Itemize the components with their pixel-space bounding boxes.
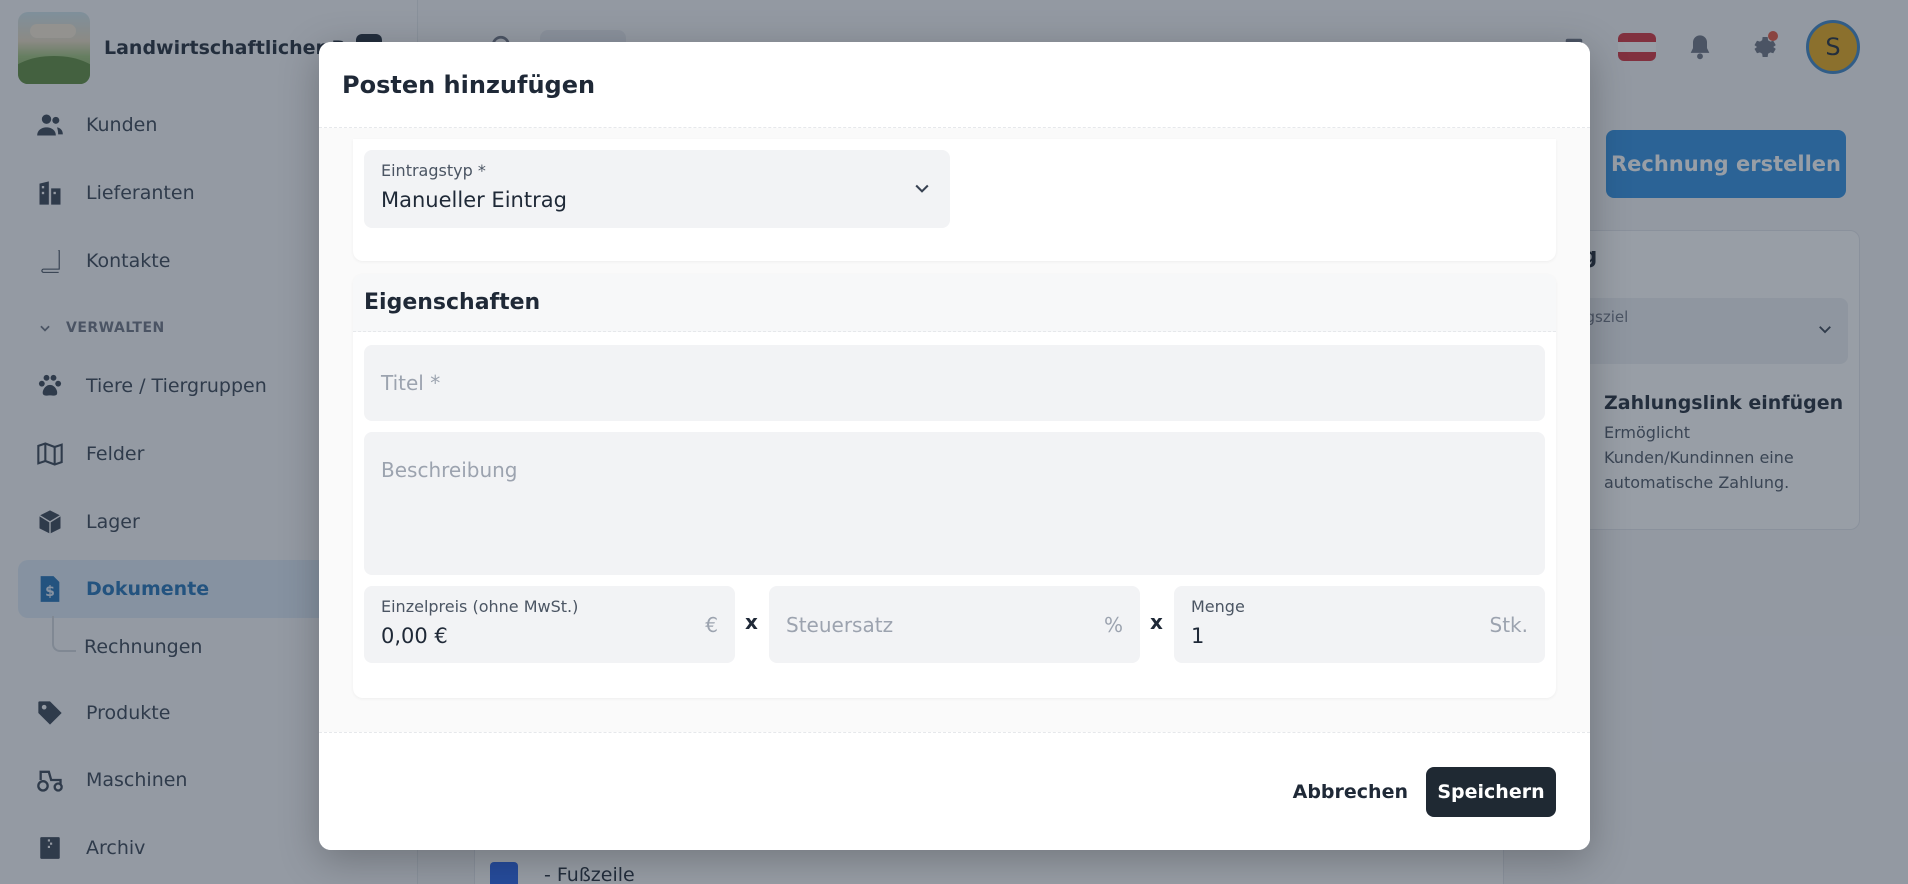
currency-suffix: €: [705, 613, 718, 637]
unit-price-input[interactable]: Einzelpreis (ohne MwSt.) 0,00 € €: [364, 586, 735, 663]
multiply-sign: x: [1150, 610, 1163, 634]
entry-type-label: Eintragstyp *: [381, 161, 486, 180]
quantity-label: Menge: [1191, 597, 1245, 616]
properties-title: Eigenschaften: [364, 290, 541, 315]
quantity-value: 1: [1191, 624, 1205, 648]
multiply-sign: x: [745, 610, 758, 634]
unit-price-value: 0,00 €: [381, 624, 448, 648]
properties-header: Eigenschaften: [353, 274, 1556, 332]
save-button[interactable]: Speichern: [1426, 767, 1556, 817]
description-placeholder: Beschreibung: [381, 458, 518, 482]
title-input[interactable]: Titel *: [364, 345, 1545, 421]
description-textarea[interactable]: Beschreibung: [364, 432, 1545, 575]
tax-rate-input[interactable]: Steuersatz %: [769, 586, 1140, 663]
entry-type-select[interactable]: Eintragstyp * Manueller Eintrag: [364, 150, 950, 228]
percent-suffix: %: [1103, 613, 1123, 637]
title-placeholder: Titel *: [381, 371, 441, 395]
tax-rate-placeholder: Steuersatz: [786, 613, 894, 637]
modal-header: Posten hinzufügen: [319, 42, 1590, 128]
entry-type-value: Manueller Eintrag: [381, 188, 567, 212]
unit-price-label: Einzelpreis (ohne MwSt.): [381, 597, 579, 616]
chevron-down-icon: [912, 178, 932, 202]
unit-suffix: Stk.: [1489, 613, 1528, 637]
quantity-input[interactable]: Menge 1 Stk.: [1174, 586, 1545, 663]
add-item-modal: Posten hinzufügen Eintragstyp * Manuelle…: [319, 42, 1590, 850]
entry-type-section: Eintragstyp * Manueller Eintrag: [353, 139, 1556, 261]
modal-title: Posten hinzufügen: [342, 70, 596, 99]
modal-footer: Abbrechen Speichern: [319, 732, 1590, 850]
properties-section: Eigenschaften Titel * Beschreibung Einze…: [353, 274, 1556, 698]
cancel-button[interactable]: Abbrechen: [1281, 767, 1420, 817]
